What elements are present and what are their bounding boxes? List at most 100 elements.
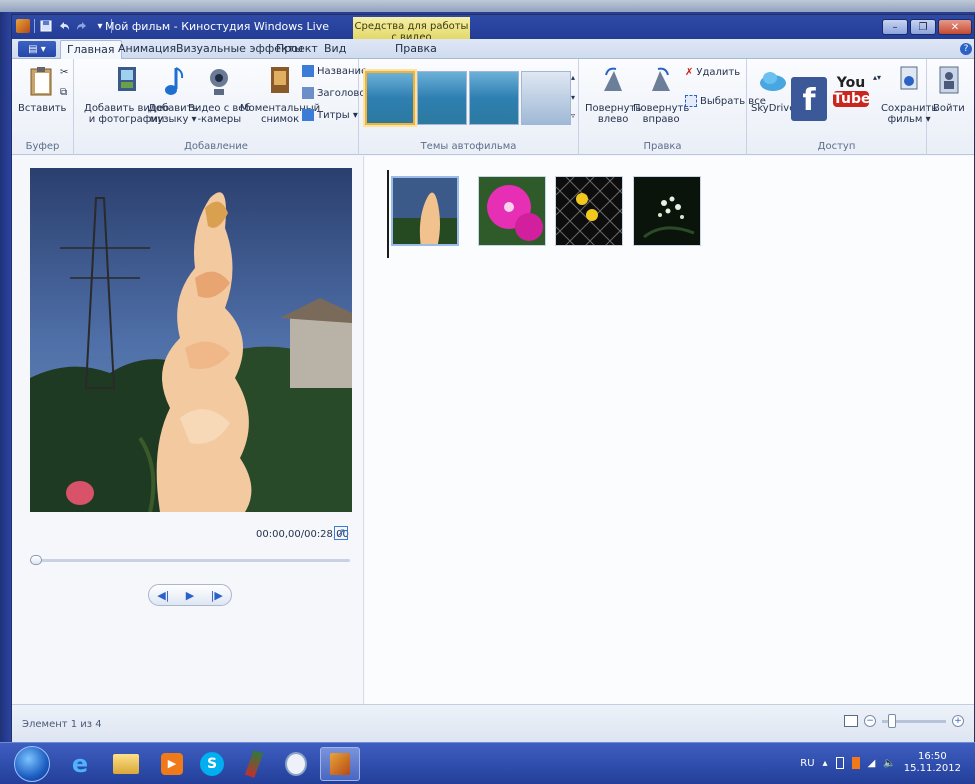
tab-animation[interactable]: Анимация xyxy=(118,42,176,55)
thumbnail-size-icon[interactable] xyxy=(844,715,858,727)
playhead-line[interactable] xyxy=(387,170,389,258)
skydrive-label: SkyDrive xyxy=(751,103,796,114)
clip-3-thumbnail xyxy=(556,177,622,245)
music-note-icon xyxy=(165,67,184,95)
credits-label: Титры ▾ xyxy=(317,109,358,121)
desktop-background xyxy=(0,0,975,12)
system-tray: RU ▴ ◢ 🔈 16:50 15.11.2012 xyxy=(800,751,961,775)
snapshot-icon xyxy=(271,67,290,93)
clip-2-pink-flower[interactable] xyxy=(478,176,546,246)
notes-app-icon[interactable] xyxy=(276,747,316,781)
zoom-thumb[interactable] xyxy=(888,713,896,728)
close-button[interactable]: ✕ xyxy=(938,19,972,35)
help-icon[interactable]: ? xyxy=(960,43,972,55)
paint-icon[interactable] xyxy=(234,747,274,781)
theme-fade[interactable] xyxy=(521,71,571,125)
window-title: Мой фильм - Киностудия Windows Live xyxy=(105,20,329,33)
themes-scroll-down-icon[interactable]: ▾ xyxy=(571,93,575,102)
start-button[interactable] xyxy=(14,746,50,782)
group-label-editing: Правка xyxy=(643,141,682,152)
user-icon xyxy=(939,66,959,94)
tray-expand-icon[interactable]: ▴ xyxy=(823,758,828,769)
clip-1-gladiolus[interactable] xyxy=(391,176,459,246)
delete-button[interactable]: ✗ Удалить xyxy=(685,67,740,78)
title-bar: ▾ Мой фильм - Киностудия Windows Live Ср… xyxy=(12,15,974,43)
playback-controls: ◀| ▶ |▶ xyxy=(148,584,232,606)
storyboard xyxy=(365,156,974,704)
clipboard-icon xyxy=(30,67,52,96)
rotate-right-button[interactable]: Повернуть вправо xyxy=(633,65,689,125)
group-signin: Войти xyxy=(927,59,974,155)
network-icon[interactable]: ◢ xyxy=(868,758,876,769)
undo-icon[interactable] xyxy=(57,19,71,33)
credits-button[interactable]: Титры ▾ xyxy=(302,109,358,121)
film-photo-icon xyxy=(117,67,136,91)
ribbon-tabs: ▤ ▾ Главная Анимация Визуальные эффекты … xyxy=(12,39,974,59)
signin-button[interactable]: Войти xyxy=(933,65,965,114)
app-icon[interactable] xyxy=(16,19,30,33)
file-menu-button[interactable]: ▤ ▾ xyxy=(18,41,56,57)
webcam-label-2: -камеры xyxy=(197,114,242,125)
caption-icon xyxy=(302,87,314,99)
facebook-icon[interactable]: f xyxy=(791,77,827,121)
tab-home[interactable]: Главная xyxy=(60,40,122,59)
zoom-out-button[interactable]: − xyxy=(864,715,876,727)
skydrive-button[interactable]: SkyDrive xyxy=(751,65,795,114)
cut-icon[interactable]: ✂ xyxy=(60,67,68,78)
seek-thumb[interactable] xyxy=(30,555,42,565)
item-count-status: Элемент 1 из 4 xyxy=(22,719,102,730)
redo-icon[interactable] xyxy=(75,19,89,33)
explorer-folder-icon[interactable] xyxy=(106,747,146,781)
group-autofilm-themes: ▴ ▾ ▿ Темы автофильма xyxy=(359,59,579,155)
language-indicator[interactable]: RU xyxy=(800,758,814,769)
clock-date: 15.11.2012 xyxy=(903,763,961,774)
clip-3-yellow-fence[interactable] xyxy=(555,176,623,246)
media-player-icon[interactable]: ▶ xyxy=(152,747,192,781)
volume-icon[interactable]: 🔈 xyxy=(883,758,895,769)
clip-4-white-flowers[interactable] xyxy=(633,176,701,246)
clip-2-thumbnail xyxy=(479,177,545,245)
delete-x-icon: ✗ xyxy=(685,67,694,78)
rotate-left-icon xyxy=(604,67,623,91)
internet-explorer-icon[interactable]: e xyxy=(60,747,100,781)
theme-contemporary[interactable] xyxy=(417,71,467,125)
tab-project[interactable]: Проект xyxy=(276,42,318,55)
zoom-in-button[interactable]: + xyxy=(952,715,964,727)
group-editing: Повернуть влево Повернуть вправо ✗ Удали… xyxy=(579,59,766,155)
seek-bar[interactable] xyxy=(30,555,350,565)
theme-default[interactable] xyxy=(365,71,415,125)
ribbon: Вставить ✂ ⧉ Буфер Добавить видео и фото… xyxy=(12,59,974,155)
clip-4-thumbnail xyxy=(634,177,700,245)
movie-maker-taskbar-button[interactable] xyxy=(320,747,360,781)
share-scroll-icon[interactable]: ▴▾ xyxy=(873,73,881,82)
group-clipboard: Вставить ✂ ⧉ Буфер xyxy=(12,59,74,155)
group-label-share: Доступ xyxy=(817,141,856,152)
signin-label: Войти xyxy=(933,103,965,114)
rotate-right-icon xyxy=(652,67,671,91)
minimize-button[interactable]: – xyxy=(882,19,908,35)
title-button[interactable]: Название xyxy=(302,65,367,77)
tab-view[interactable]: Вид xyxy=(324,42,346,55)
rotate-right-label-2: вправо xyxy=(642,114,680,125)
rotate-right-label-1: Повернуть xyxy=(633,103,690,114)
zoom-slider[interactable] xyxy=(882,713,946,728)
previous-frame-icon[interactable]: ◀| xyxy=(157,589,169,602)
copy-icon[interactable]: ⧉ xyxy=(60,87,67,98)
tab-edit[interactable]: Правка xyxy=(395,42,437,55)
video-preview[interactable] xyxy=(30,168,352,512)
device-icon[interactable] xyxy=(835,757,844,769)
maximize-button[interactable]: ❐ xyxy=(910,19,936,35)
clock[interactable]: 16:50 15.11.2012 xyxy=(904,751,961,775)
app-tray-icon[interactable] xyxy=(851,757,860,769)
youtube-icon[interactable]: You Tube xyxy=(833,75,871,123)
themes-more-icon[interactable]: ▿ xyxy=(571,111,575,120)
skype-icon[interactable]: S xyxy=(192,747,232,781)
theme-cinematic[interactable] xyxy=(469,71,519,125)
themes-scroll-up-icon[interactable]: ▴ xyxy=(571,73,575,82)
next-frame-icon[interactable]: |▶ xyxy=(211,589,223,602)
save-icon[interactable] xyxy=(39,19,53,33)
select-all-icon xyxy=(685,95,697,107)
movie-maker-window: ▾ Мой фильм - Киностудия Windows Live Ср… xyxy=(11,14,975,742)
play-icon[interactable]: ▶ xyxy=(186,589,194,602)
fullscreen-icon[interactable]: ↗ xyxy=(334,526,348,540)
